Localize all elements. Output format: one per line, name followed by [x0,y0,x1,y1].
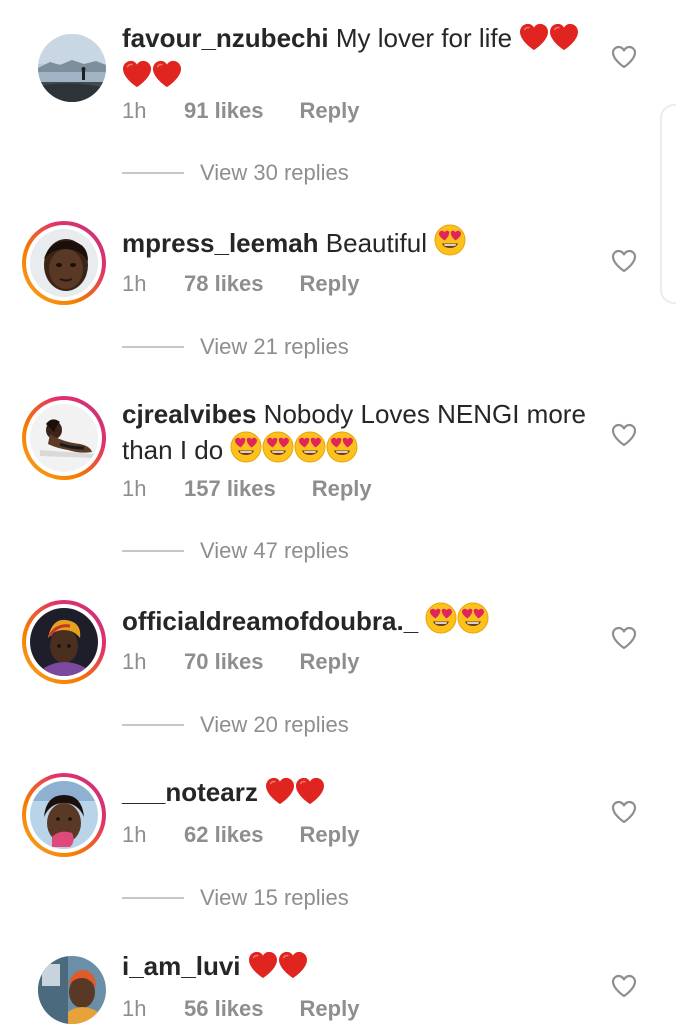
comment-text: i_am_luvi [122,950,592,987]
comment-time: 1h [122,822,147,847]
view-replies-button[interactable]: View 15 replies [122,885,349,915]
red-heart-icon [519,23,549,59]
red-heart-icon [122,60,152,96]
comment-time: 1h [122,476,147,501]
comment-likes[interactable]: 157 likes [184,476,276,502]
reply-button[interactable]: Reply [300,271,360,296]
red-heart-icon [248,951,278,987]
comment-meta: 1h 157 likes Reply [122,476,372,502]
reply-button[interactable]: Reply [300,98,360,123]
heart-eyes-emoji-icon [434,224,466,264]
view-replies-label: View 47 replies [200,538,349,563]
reply-button[interactable]: Reply [300,996,360,1021]
view-replies-label: View 20 replies [200,712,349,737]
comment-meta: 1h 62 likes Reply [122,822,359,848]
red-heart-icon [152,60,182,96]
view-replies-button[interactable]: View 47 replies [122,538,349,568]
comment-text: cjrealvibes Nobody Loves NENGI more than… [122,398,592,471]
comment-time: 1h [122,98,147,123]
avatar[interactable] [22,24,106,108]
view-replies-label: View 30 replies [200,160,349,185]
comment-username[interactable]: favour_nzubechi [122,23,329,53]
avatar[interactable] [22,221,106,305]
comment-likes[interactable]: 70 likes [184,649,264,675]
comment-time: 1h [122,649,147,674]
comment-username[interactable]: ___notearz [122,777,258,807]
comment-likes[interactable]: 56 likes [184,996,264,1022]
like-heart-icon[interactable] [611,974,637,998]
red-heart-icon [265,777,295,813]
reply-button[interactable]: Reply [300,822,360,847]
heart-eyes-emoji-icon [262,431,294,471]
heart-eyes-emoji-icon [230,431,262,471]
divider-line [122,724,184,726]
comment-username[interactable]: officialdreamofdoubra._ [122,606,418,636]
red-heart-icon [549,23,579,59]
like-heart-icon[interactable] [611,800,637,824]
like-heart-icon[interactable] [611,249,637,273]
avatar-image [30,781,98,849]
comment-meta: 1h 78 likes Reply [122,271,359,297]
view-replies-label: View 15 replies [200,885,349,910]
comment-time: 1h [122,271,147,296]
avatar[interactable] [22,396,106,480]
comment-text: mpress_leemah Beautiful [122,224,592,264]
divider-line [122,172,184,174]
avatar-image [30,229,98,297]
like-heart-icon[interactable] [611,45,637,69]
divider-line [122,897,184,899]
avatar[interactable] [22,600,106,684]
avatar-image [38,34,106,102]
comment-meta: 1h 70 likes Reply [122,649,359,675]
comment-time: 1h [122,996,147,1021]
comment-meta: 1h 56 likes Reply [122,996,359,1022]
avatar-image [30,608,98,676]
view-replies-button[interactable]: View 20 replies [122,712,349,742]
avatar-image [30,404,98,472]
like-heart-icon[interactable] [611,626,637,650]
comment-message: Beautiful [325,228,427,258]
red-heart-icon [295,777,325,813]
comment-text: officialdreamofdoubra._ [122,602,592,642]
heart-eyes-emoji-icon [294,431,326,471]
reply-button[interactable]: Reply [312,476,372,501]
reply-button[interactable]: Reply [300,649,360,674]
view-replies-label: View 21 replies [200,334,349,359]
comment-likes[interactable]: 91 likes [184,98,264,124]
avatar[interactable] [22,946,106,1030]
view-replies-button[interactable]: View 21 replies [122,334,349,364]
red-heart-icon [278,951,308,987]
comment-message: My lover for life [335,23,513,53]
comment-username[interactable]: i_am_luvi [122,951,241,981]
divider-line [122,346,184,348]
heart-eyes-emoji-icon [457,602,489,642]
heart-eyes-emoji-icon [326,431,358,471]
view-replies-button[interactable]: View 30 replies [122,160,349,190]
comment-likes[interactable]: 78 likes [184,271,264,297]
divider-line [122,550,184,552]
comment-username[interactable]: mpress_leemah [122,228,319,258]
comment-meta: 1h 91 likes Reply [122,98,359,124]
like-heart-icon[interactable] [611,423,637,447]
comment-text: favour_nzubechi My lover for life [122,22,592,96]
comment-likes[interactable]: 62 likes [184,822,264,848]
avatar[interactable] [22,773,106,857]
avatar-image [38,956,106,1024]
comment-text: ___notearz [122,776,592,813]
comment-username[interactable]: cjrealvibes [122,399,256,429]
heart-eyes-emoji-icon [425,602,457,642]
side-panel-edge [660,104,676,304]
